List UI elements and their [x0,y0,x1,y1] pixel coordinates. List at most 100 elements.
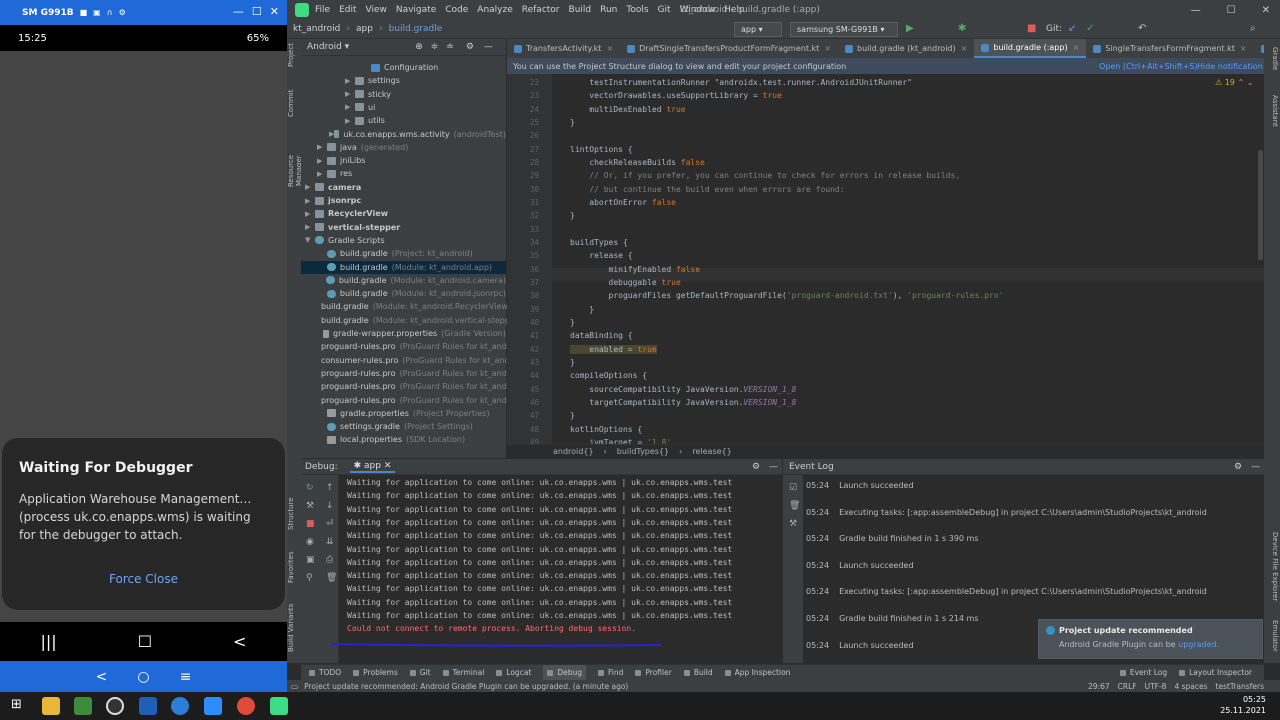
tree-item[interactable]: gradle.properties (Project Properties) [301,407,506,420]
tool-window-app-inspection[interactable]: App Inspection [724,668,790,677]
mark-read-icon[interactable]: ☑ [789,483,797,493]
scroll-end-icon[interactable]: ⇊ [326,537,334,547]
vtab-favorites[interactable]: Favorites [287,548,301,586]
camera-icon[interactable]: ▣ [306,555,315,565]
close-tab-icon[interactable]: × [606,44,613,53]
git-commit-icon[interactable]: ✓ [1086,23,1094,34]
search-icon[interactable]: ⌕ [1250,23,1256,34]
status-bar-icon[interactable]: ▭ [291,682,298,691]
expand-arrow-icon[interactable]: ▶ [305,183,315,191]
tree-item[interactable]: consumer-rules.pro (ProGuard Rules for kt… [301,354,528,367]
print-icon[interactable]: ⎙ [326,555,333,565]
vtab-structure[interactable]: Structure [287,496,301,532]
tool-window-find[interactable]: Find [598,668,623,677]
wrench-icon[interactable]: ⚒ [789,519,797,529]
editor-tab[interactable]: build.gradle (kt_android) × [838,39,974,58]
line-separator[interactable]: CRLF [1118,682,1137,691]
editor-tab[interactable]: TransfersActivity.kt × [507,39,620,58]
crumb-android[interactable]: android{} [553,447,594,456]
tree-item[interactable]: build.gradle (Module: kt_android.camera) [301,274,506,287]
clear-icon[interactable]: 🗑 [789,501,800,511]
tree-item[interactable]: ▶ res [301,167,506,180]
wrench-icon[interactable]: ⚒ [306,501,314,511]
tree-item[interactable]: build.gradle (Module: kt_android.vertical… [301,314,521,327]
phone-close-button[interactable]: ✕ [270,5,279,18]
tool-window-build[interactable]: Build [683,668,713,677]
tree-item[interactable]: build.gradle (Project: kt_android) [301,247,506,260]
chrome-like-icon[interactable] [106,697,124,715]
expand-icon[interactable]: ≑ [431,42,439,52]
vtab-device-file-explorer[interactable]: Device File Explorer [1265,528,1279,606]
tree-item[interactable]: proguard-rules.pro (ProGuard Rules for kt… [301,380,525,393]
git-branch[interactable]: testTransfers [1216,682,1264,691]
tree-item[interactable]: ▶ sticky [301,88,506,101]
collapse-icon[interactable]: ≐ [446,42,454,52]
file-explorer-icon[interactable] [42,697,60,715]
menu-tools[interactable]: Tools [626,5,648,15]
app-icon[interactable] [139,697,157,715]
stop-debug-icon[interactable]: ■ [306,519,315,529]
debug-hide-icon[interactable]: — [769,462,778,472]
expand-arrow-icon[interactable]: ▶ [317,143,327,151]
tree-item[interactable]: proguard-rules.pro (ProGuard Rules for kt… [301,367,525,380]
rerun-icon[interactable]: ↻ [306,483,314,493]
windows-start-icon[interactable]: ⊞ [11,697,22,712]
expand-arrow-icon[interactable]: ▶ [345,117,355,125]
tree-item[interactable]: ▶ jsonrpc [301,194,506,207]
tree-item[interactable]: ▼ Gradle Scripts [301,234,506,247]
android-studio-icon[interactable] [270,697,288,715]
caret-position[interactable]: 29:67 [1088,682,1110,691]
undo-icon[interactable]: ↶ [1138,23,1146,34]
expand-arrow-icon[interactable]: ▶ [345,103,355,111]
tree-item[interactable]: local.properties (SDK Location) [301,433,506,446]
close-button[interactable]: ✕ [1262,5,1270,16]
hide-notification-link[interactable]: Hide notification [1197,62,1263,71]
tool-window-problems[interactable]: Problems [353,668,398,677]
run-config-select[interactable]: app ▾ [734,22,782,37]
close-tab-icon[interactable]: × [961,44,968,53]
scroll-up-icon[interactable]: ↑ [326,483,334,493]
vtab-commit[interactable]: Commit [287,88,301,118]
tool-window-layout-inspector[interactable]: Layout Inspector [1179,668,1252,677]
camera-icon[interactable]: ■ [80,8,88,17]
vtab-resource-manager[interactable]: Resource Manager [287,140,303,202]
tree-item[interactable]: Configuration [301,61,506,74]
vtab-build-variants[interactable]: Build Variants [287,600,301,656]
breadcrumb-project[interactable]: kt_android [293,24,340,34]
phone-maximize-button[interactable]: ☐ [252,5,262,18]
menu-git[interactable]: Git [658,5,671,15]
tree-item[interactable]: gradle-wrapper.properties (Gradle Version… [301,327,506,340]
open-project-structure-link[interactable]: Open (Ctrl+Alt+Shift+S) [1099,62,1198,71]
encoding[interactable]: UTF-8 [1145,682,1167,691]
close-tab-icon[interactable]: × [1073,43,1080,52]
menu-run[interactable]: Run [600,5,617,15]
tree-item[interactable]: ▶ utils [301,114,506,127]
hide-icon[interactable]: — [484,42,493,52]
indent[interactable]: 4 spaces [1174,682,1207,691]
tool-window-logcat[interactable]: Logcat [496,668,531,677]
stop-icon[interactable]: ■ [1027,23,1036,34]
trash-icon[interactable]: 🗑 [326,573,337,583]
settings-icon[interactable]: ⚙ [119,8,126,17]
scroll-down-icon[interactable]: ↓ [326,501,334,511]
vtab-assistant[interactable]: Assistant [1265,90,1279,132]
tree-item[interactable]: settings.gradle (Project Settings) [301,420,506,433]
menu-edit[interactable]: Edit [339,5,356,15]
tree-item[interactable]: ▶ camera [301,181,506,194]
host-home-button[interactable]: ○ [137,669,149,685]
git-update-icon[interactable]: ↙ [1068,23,1076,34]
tree-item[interactable]: ▶ java (generated) [301,141,506,154]
status-message[interactable]: Project update recommended: Android Grad… [304,682,628,691]
maximize-button[interactable]: ☐ [1227,5,1236,16]
tree-item[interactable]: ▶ uk.co.enapps.wms.activity (androidTest) [301,128,506,141]
screenshot-icon[interactable]: ▣ [93,8,101,17]
event-log-settings-icon[interactable]: ⚙ [1234,462,1242,472]
recents-button[interactable]: ||| [41,632,57,651]
host-menu-button[interactable]: ≡ [180,669,192,685]
tree-item[interactable]: build.gradle (Module: kt_android.jsonrpc) [301,287,506,300]
host-back-button[interactable]: < [96,669,108,685]
tool-window-debug[interactable]: Debug [543,665,587,680]
tree-item[interactable]: ▶ RecyclerView [301,207,506,220]
expand-arrow-icon[interactable]: ▶ [305,210,315,218]
menu-analyze[interactable]: Analyze [477,5,512,15]
